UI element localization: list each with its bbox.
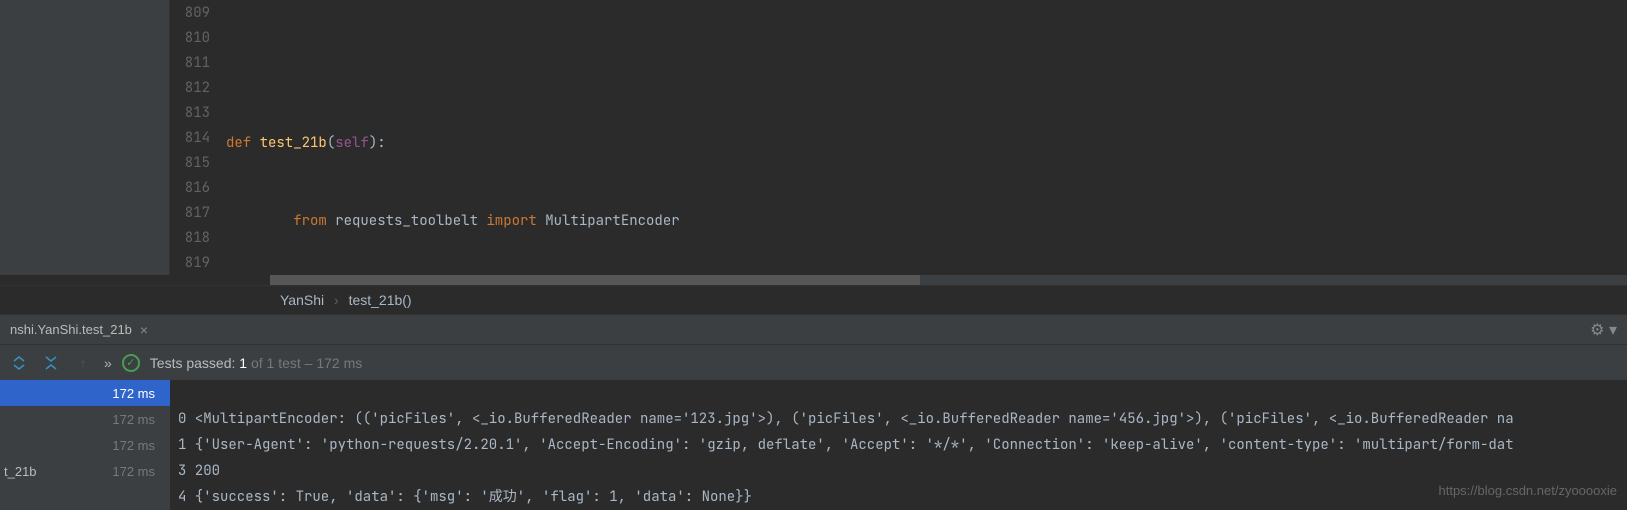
more-icon[interactable]: » [104,355,112,371]
collapse-icon[interactable] [40,352,62,374]
line-number: 812 [170,79,210,97]
run-tab[interactable]: nshi.YanShi.test_21b × [0,315,158,344]
line-number: 818 [170,229,210,247]
test-time[interactable]: 172 ms [0,380,170,406]
line-number: 816 [170,179,210,197]
line-number: 819 [170,254,210,272]
up-arrow-icon[interactable]: ↑ [72,352,94,374]
test-toolbar: ↑ » ✓ Tests passed: 1 of 1 test – 172 ms [0,344,1627,380]
breadcrumb[interactable]: YanShi › test_21b() [0,285,1627,314]
test-time[interactable]: 172 ms [0,432,170,458]
watermark: https://blog.csdn.net/zyooooxie [1438,478,1617,504]
tab-label: nshi.YanShi.test_21b [10,322,132,337]
test-time: 172 ms [112,464,170,479]
test-name[interactable]: t_21b [0,458,112,484]
gear-icon[interactable]: ⚙ ▾ [1590,320,1627,340]
chevron-right-icon: › [334,292,339,308]
run-tab-bar: nshi.YanShi.test_21b × ⚙ ▾ [0,314,1627,344]
line-number: 815 [170,154,210,172]
close-icon[interactable]: × [140,322,148,338]
line-number: 817 [170,204,210,222]
code-editor[interactable]: def test_21b(self): from requests_toolbe… [218,0,1627,275]
console-line: 4 {'success': True, 'data': {'msg': '成功'… [178,484,1627,510]
expand-icon[interactable] [8,352,30,374]
console-output[interactable]: 0 <MultipartEncoder: (('picFiles', <_io.… [170,380,1627,510]
test-results: 172 ms 172 ms 172 ms t_21b 172 ms 0 <Mul… [0,380,1627,510]
console-line: 3 200 [178,458,1627,484]
horizontal-scrollbar[interactable] [270,275,1627,285]
breadcrumb-function[interactable]: test_21b() [349,292,412,308]
console-line: 0 <MultipartEncoder: (('picFiles', <_io.… [178,406,1627,432]
line-number: 809 [170,4,210,22]
line-number: 814 [170,129,210,147]
test-time[interactable]: 172 ms [0,406,170,432]
line-number: 810 [170,29,210,47]
test-tree[interactable]: 172 ms 172 ms 172 ms t_21b 172 ms [0,380,170,510]
breadcrumb-class[interactable]: YanShi [280,292,324,308]
editor-area: 💡 809 ▶ ⊖ 810 811 812 813 814 815 816 81… [0,0,1627,275]
test-status: Tests passed: 1 of 1 test – 172 ms [150,355,362,371]
console-line: 1 {'User-Agent': 'python-requests/2.20.1… [178,432,1627,458]
pass-icon: ✓ [122,354,140,372]
scrollbar-thumb[interactable] [270,275,920,285]
gutter-row: ▶ ⊖ 810 [170,25,218,50]
project-sidebar [0,0,170,275]
line-number: 811 [170,54,210,72]
line-number: 813 [170,104,210,122]
gutter-row: 💡 809 [170,0,218,25]
